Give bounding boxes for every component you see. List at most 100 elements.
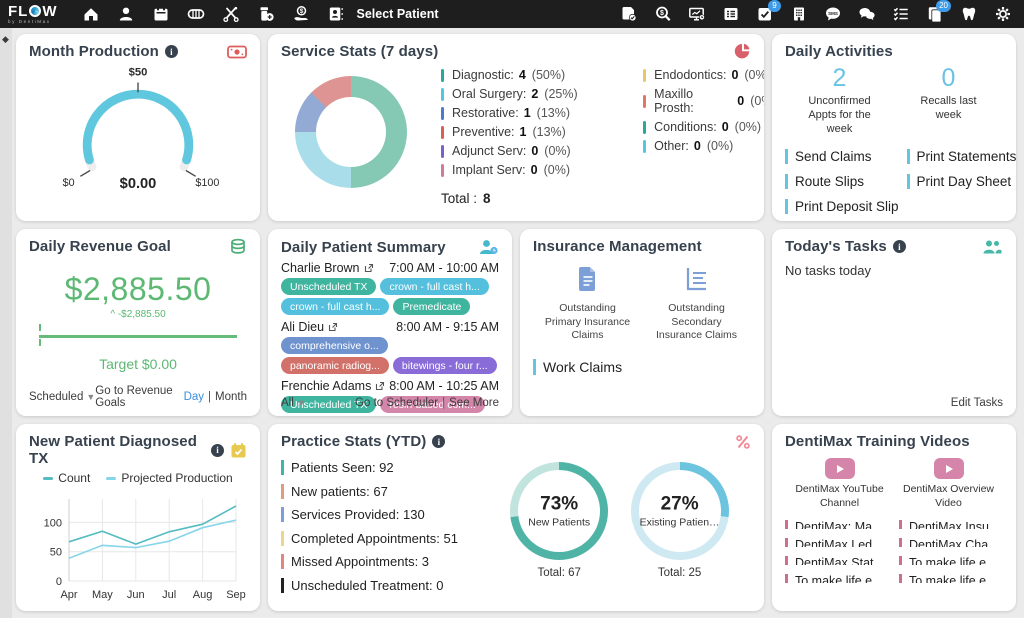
claims-icon[interactable] [620, 5, 638, 23]
patient-name[interactable]: Ali Dieu [281, 320, 324, 334]
edit-tasks-link[interactable]: Edit Tasks [951, 397, 1003, 409]
external-link-icon[interactable] [364, 263, 374, 273]
existing-patients-donut: 27%Existing Patient...Total: 25 [631, 462, 729, 579]
training-video-link[interactable]: DentiMax Insura... [899, 520, 1003, 529]
patient-name[interactable]: Charlie Brown [281, 261, 360, 275]
video-channel-button[interactable]: DentiMax Overview Video [894, 458, 1003, 510]
pie-chart-icon[interactable] [734, 43, 751, 60]
sms-icon[interactable]: SMS [824, 5, 842, 23]
patient-clock-icon[interactable] [478, 238, 499, 256]
percent-icon[interactable] [735, 434, 751, 450]
procedure-pill[interactable]: crown - full cast h... [380, 278, 488, 295]
go-to-scheduler-link[interactable]: Go to Scheduler [355, 397, 438, 409]
revenue-amount: $2,885.50 [29, 271, 247, 308]
procedure-pill[interactable]: Premedicate [393, 298, 470, 315]
donut-total: Total: 67 [510, 567, 608, 579]
legend-percent: (0%) [735, 120, 761, 134]
svg-text:0: 0 [55, 576, 61, 588]
external-link-icon[interactable] [328, 322, 338, 332]
donut-center: 73%New Patients [519, 494, 599, 529]
activity-link[interactable]: Print Deposit Slip [785, 199, 899, 214]
checklist-icon[interactable] [892, 5, 910, 23]
top-navbar: FLW by DentiMax $ Select Patient $9 SMS 20 [0, 0, 1024, 28]
patient-select-icon[interactable] [327, 5, 345, 23]
app-logo[interactable]: FLW by DentiMax [8, 4, 58, 25]
legend-swatch [441, 107, 444, 120]
training-video-link[interactable]: To make life eas... [899, 556, 1003, 565]
tasks-icon[interactable]: 9 [756, 5, 774, 23]
activity-link[interactable]: Print Day Sheet [907, 174, 1016, 189]
activity-link[interactable]: Print Statements [907, 149, 1016, 164]
training-video-link[interactable]: To make life eas... [899, 574, 1003, 583]
tooth-icon[interactable] [960, 5, 978, 23]
activity-link[interactable]: Route Slips [785, 174, 899, 189]
collapse-handle-icon[interactable]: ◆ [2, 34, 9, 45]
training-video-link[interactable]: DentiMax Charti... [899, 538, 1003, 547]
settings-icon[interactable] [994, 5, 1012, 23]
office-icon[interactable] [790, 5, 808, 23]
outstanding-primary-claims-button[interactable]: Outstanding Primary Insurance Claims [533, 265, 642, 343]
procedure-pill[interactable]: bitewings - four r... [393, 357, 497, 374]
schedule-icon[interactable] [152, 5, 170, 23]
legend-swatch [441, 164, 444, 177]
info-icon[interactable]: i [893, 240, 906, 253]
patient-icon[interactable] [117, 5, 135, 23]
training-video-link[interactable]: To make life eas... [785, 574, 889, 583]
external-link-icon[interactable] [375, 381, 385, 391]
coins-icon[interactable] [229, 238, 247, 255]
see-more-link[interactable]: See More [449, 397, 499, 409]
training-video-link[interactable]: DentiMax: Maki... [785, 520, 889, 529]
patient-name[interactable]: Frenchie Adams [281, 379, 371, 393]
legend-swatch [643, 69, 646, 82]
home-icon[interactable] [82, 5, 100, 23]
line-legend-swatch [43, 477, 53, 480]
pharmacy-icon[interactable] [257, 5, 275, 23]
service-legend-item: Other:0(0%) [643, 139, 764, 153]
clinical-icon[interactable] [222, 5, 240, 23]
gauge-mid-label: $50 [129, 67, 148, 79]
calendar-check-icon[interactable] [230, 442, 247, 459]
training-video-link[interactable]: DentiMax Ledge... [785, 538, 889, 547]
month-toggle[interactable]: Month [215, 391, 247, 403]
youtube-play-icon [825, 458, 855, 479]
revenue-filter-dropdown[interactable]: Scheduled▼ [29, 391, 95, 403]
activity-link[interactable]: Send Claims [785, 149, 899, 164]
documents-icon[interactable]: 20 [926, 5, 944, 23]
imaging-icon[interactable] [688, 5, 706, 23]
work-claims-link[interactable]: Work Claims [533, 359, 751, 375]
legend-percent: (0%) [707, 139, 733, 153]
patient-filter-dropdown[interactable]: All▼ [281, 397, 306, 409]
legend-swatch [643, 121, 646, 134]
video-channel-label: DentiMax YouTube Channel [785, 483, 894, 510]
new-patient-tx-chart: 050100AprMayJunJulAugSep [31, 489, 246, 607]
select-patient-label[interactable]: Select Patient [357, 7, 439, 21]
people-icon[interactable] [982, 239, 1003, 255]
video-channel-button[interactable]: DentiMax YouTube Channel [785, 458, 894, 510]
gauge-value: $0.00 [120, 176, 157, 191]
day-toggle[interactable]: Day [184, 391, 204, 403]
dental-chart-icon[interactable] [187, 5, 205, 23]
card-month-production: Month Production i $50 $0 $100 $0.00 [16, 34, 260, 221]
procedure-pill[interactable]: panoramic radiog... [281, 357, 389, 374]
info-icon[interactable]: i [165, 45, 178, 58]
info-icon[interactable]: i [432, 435, 445, 448]
go-to-revenue-goals-link[interactable]: Go to Revenue Goals [95, 385, 183, 409]
procedure-pill[interactable]: Unscheduled TX [281, 278, 376, 295]
chat-icon[interactable] [858, 5, 876, 23]
legend-value: 0 [731, 68, 738, 82]
legend-label: Adjunct Serv: [452, 144, 526, 158]
tasks-badge: 9 [768, 0, 781, 12]
outstanding-secondary-claims-button[interactable]: Outstanding Secondary Insurance Claims [642, 265, 751, 343]
daily-revenue-goal-title: Daily Revenue Goal [29, 238, 171, 255]
financial-search-icon[interactable]: $ [654, 5, 672, 23]
procedure-pill[interactable]: comprehensive o... [281, 337, 388, 354]
reports-list-icon[interactable] [722, 5, 740, 23]
money-icon[interactable] [227, 44, 247, 60]
legend-value: 0 [531, 163, 538, 177]
legend-label: Conditions: [654, 120, 717, 134]
payments-icon[interactable]: $ [292, 5, 310, 23]
training-video-link[interactable]: DentiMax State... [785, 556, 889, 565]
procedure-pill[interactable]: crown - full cast h... [281, 298, 389, 315]
practice-stat-item: Completed Appointments: 51 [281, 531, 488, 546]
info-icon[interactable]: i [211, 444, 224, 457]
